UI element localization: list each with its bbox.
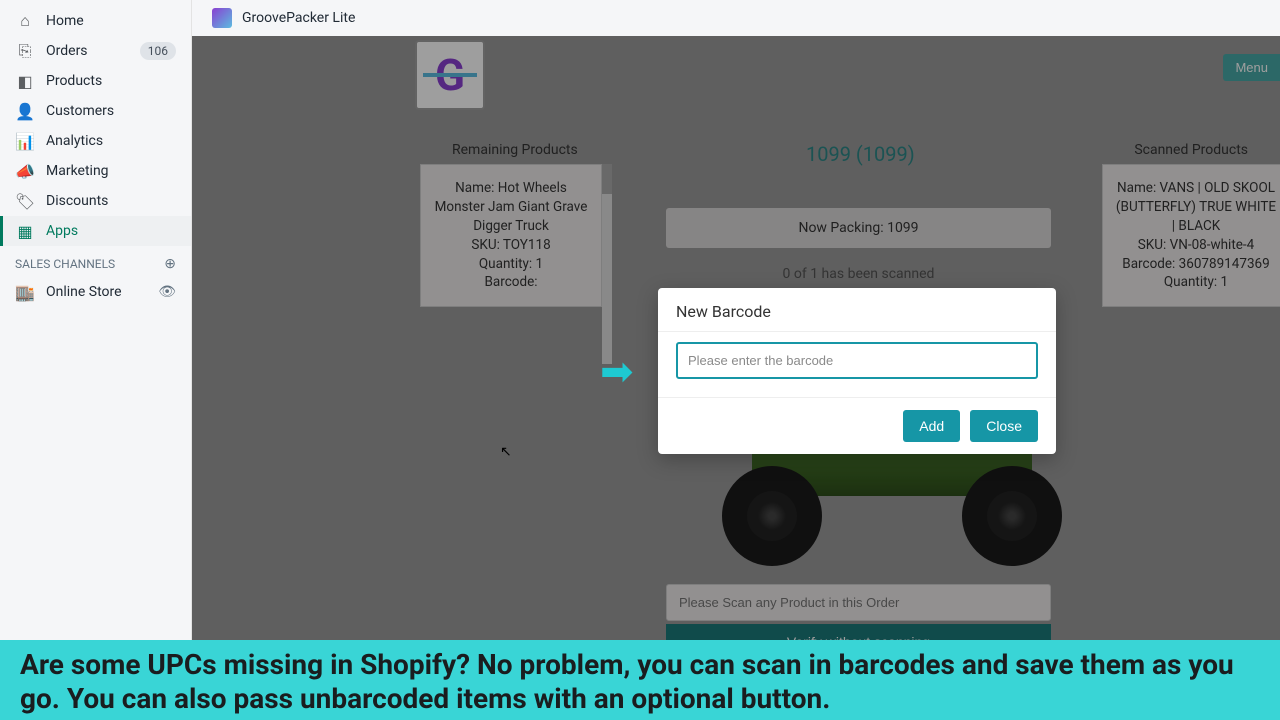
sales-channels-label: SALES CHANNELS	[15, 257, 115, 271]
marketing-icon: 📣	[15, 161, 35, 181]
orders-icon: ⎘	[15, 41, 35, 61]
sidebar-section-header: SALES CHANNELS ⊕	[0, 246, 191, 277]
sidebar-item-customers[interactable]: 👤 Customers	[0, 96, 191, 126]
sidebar-item-home[interactable]: ⌂ Home	[0, 6, 191, 36]
sidebar-item-label: Orders	[46, 43, 88, 59]
sidebar-item-discounts[interactable]: 🏷 Discounts	[0, 186, 191, 216]
customers-icon: 👤	[15, 101, 35, 121]
view-store-icon[interactable]: 👁	[158, 284, 176, 300]
orders-badge: 106	[140, 42, 176, 60]
sidebar-item-online-store[interactable]: 🏬 Online Store 👁	[0, 277, 191, 307]
sidebar-item-orders[interactable]: ⎘ Orders 106	[0, 36, 191, 66]
sidebar-item-products[interactable]: ◧ Products	[0, 66, 191, 96]
sidebar-item-label: Products	[46, 73, 102, 89]
add-button[interactable]: Add	[903, 410, 960, 442]
add-channel-icon[interactable]: ⊕	[164, 256, 176, 272]
new-barcode-modal: New Barcode Add Close	[658, 288, 1056, 454]
sidebar-item-label: Online Store	[46, 284, 122, 300]
sidebar-item-apps[interactable]: ▦ Apps	[0, 216, 191, 246]
apps-icon: ▦	[15, 221, 35, 241]
arrow-icon: ➡	[600, 348, 634, 395]
close-button[interactable]: Close	[970, 410, 1038, 442]
discounts-icon: 🏷	[15, 191, 35, 211]
modal-title: New Barcode	[658, 288, 1056, 331]
store-icon: 🏬	[15, 282, 35, 302]
sidebar-item-label: Customers	[46, 103, 114, 119]
analytics-icon: 📊	[15, 131, 35, 151]
barcode-input[interactable]	[676, 342, 1038, 379]
sidebar-item-label: Home	[46, 13, 84, 29]
app-title: GroovePacker Lite	[242, 10, 355, 26]
sidebar-item-label: Analytics	[46, 133, 103, 149]
home-icon: ⌂	[15, 11, 35, 31]
topbar: GroovePacker Lite	[192, 0, 1280, 36]
promo-banner: Are some UPCs missing in Shopify? No pro…	[0, 640, 1280, 720]
main-area: G Menu Remaining Products Scanned Produc…	[192, 36, 1280, 720]
products-icon: ◧	[15, 71, 35, 91]
sidebar-item-label: Marketing	[46, 163, 109, 179]
sidebar-item-marketing[interactable]: 📣 Marketing	[0, 156, 191, 186]
sidebar-item-analytics[interactable]: 📊 Analytics	[0, 126, 191, 156]
sidebar-item-label: Apps	[46, 223, 78, 239]
sidebar: ⌂ Home ⎘ Orders 106 ◧ Products 👤 Custome…	[0, 0, 192, 720]
sidebar-item-label: Discounts	[46, 193, 108, 209]
app-logo-icon	[212, 8, 232, 28]
